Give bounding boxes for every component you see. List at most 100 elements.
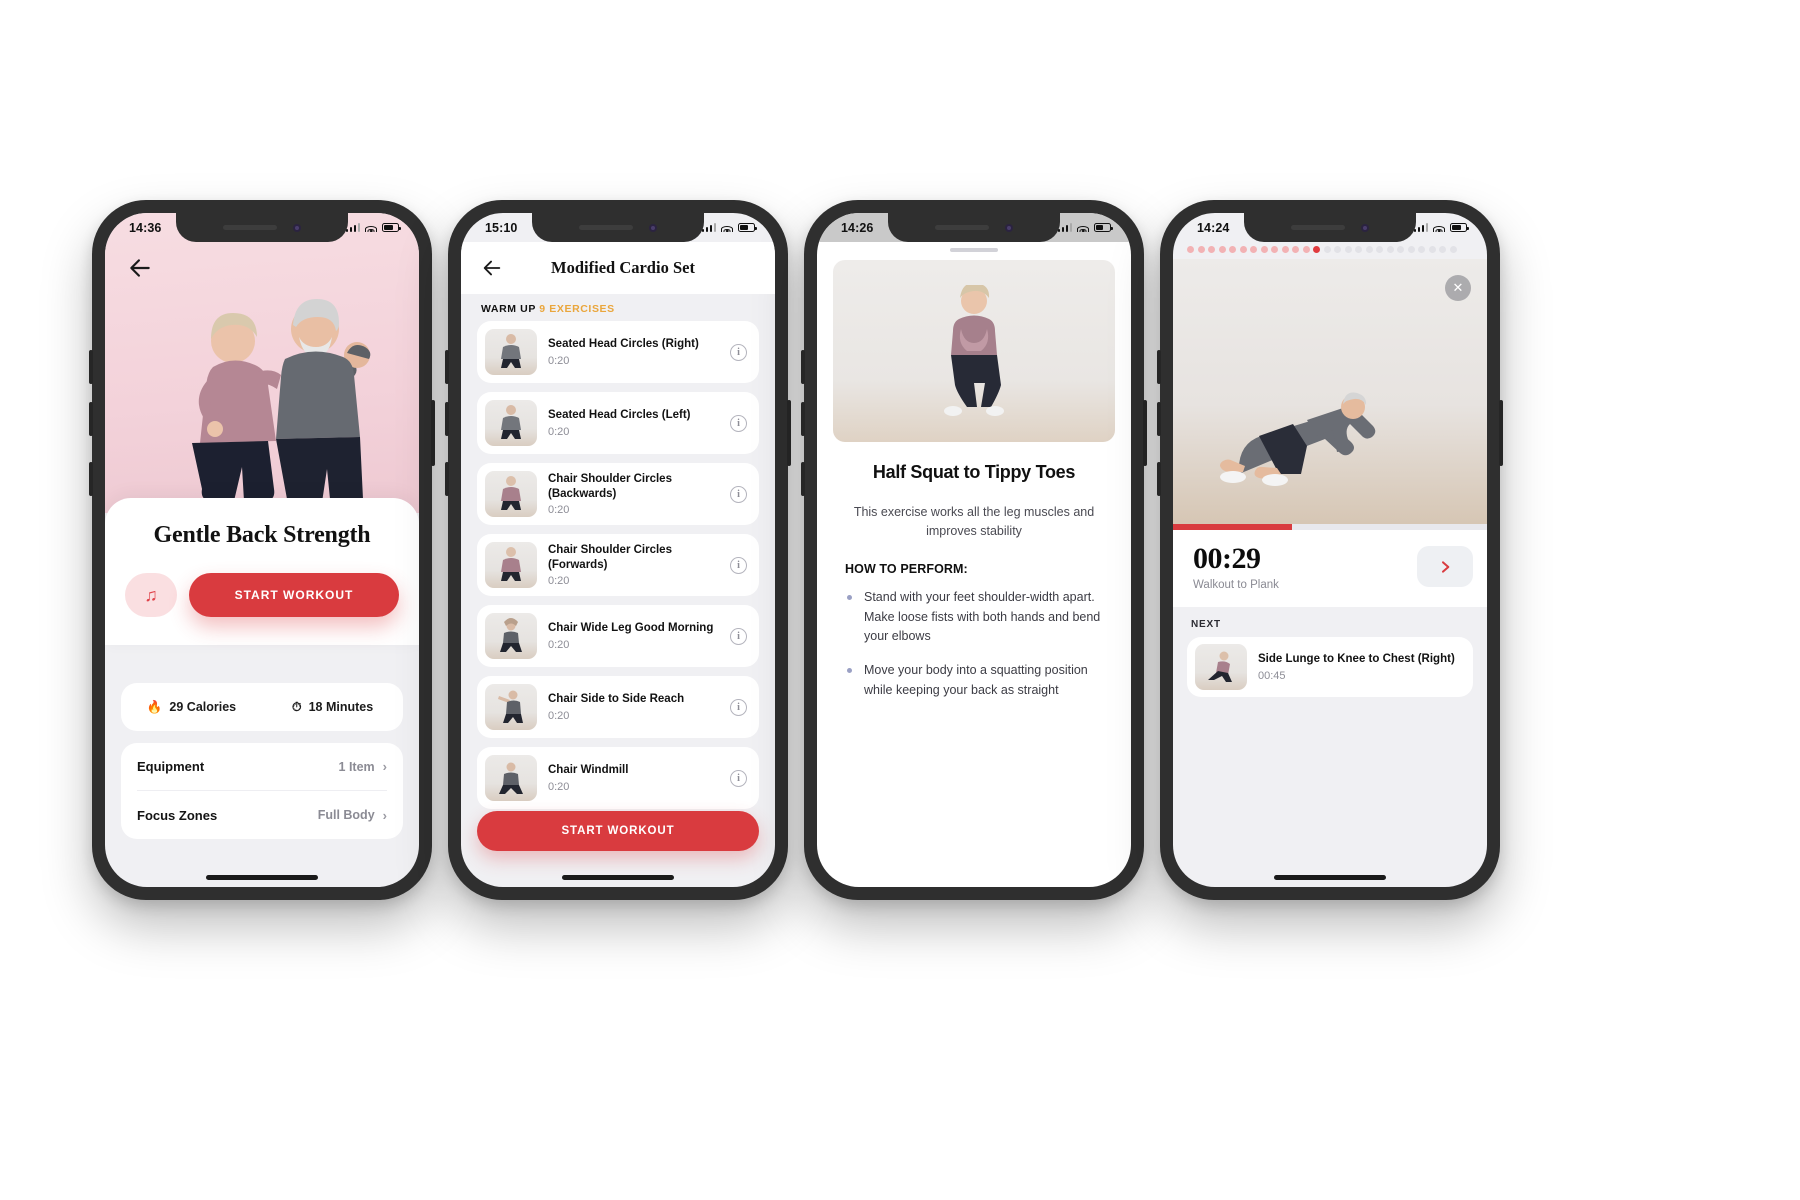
start-workout-button[interactable]: START WORKOUT [189, 573, 399, 617]
info-icon[interactable]: i [730, 343, 747, 361]
exercise-duration: 0:20 [548, 574, 570, 587]
exercise-body: Chair Shoulder Circles (Backwards) 0:20 [548, 472, 719, 515]
progress-dot [1260, 246, 1268, 253]
info-icon[interactable]: i [730, 627, 747, 645]
list-item[interactable]: Seated Head Circles (Left) 0:20 i [477, 392, 759, 454]
phone-3-screen: 14:26 Half Squat to Tippy Toes This exer… [817, 213, 1131, 887]
front-camera-icon [293, 223, 301, 232]
timer-info: 00:29 Walkout to Plank [1193, 542, 1407, 591]
home-indicator[interactable] [206, 875, 318, 880]
page-header: Modified Cardio Set [461, 242, 775, 294]
list-item[interactable]: Seated Head Circles (Right) 0:20 i [477, 321, 759, 383]
list-item[interactable]: Chair Windmill 0:20 i [477, 747, 759, 809]
list-item[interactable]: Chair Side to Side Reach 0:20 i [477, 676, 759, 738]
exercise-video[interactable]: ✕ [1173, 259, 1487, 524]
step-text: Stand with your feet shoulder-width apar… [864, 589, 1101, 644]
row-equipment-label: Equipment [137, 759, 205, 774]
progress-dot [1218, 246, 1226, 253]
progress-dot [1397, 246, 1404, 253]
exercise-thumbnail [485, 684, 537, 730]
exercise-figure [1220, 392, 1376, 486]
info-icon[interactable]: i [730, 485, 747, 503]
progress-dot [1281, 246, 1289, 253]
exercise-list: Seated Head Circles (Right) 0:20 i Seate… [461, 321, 775, 809]
row-focus-zones-label: Focus Zones [137, 807, 218, 823]
exercise-thumbnail [485, 329, 537, 375]
info-icon[interactable]: i [730, 556, 747, 574]
progress-dot [1334, 246, 1341, 253]
chevron-right-icon: › [382, 807, 387, 823]
page-title: Gentle Back Strength [153, 522, 371, 548]
screenshot-stage: 14:36 Gentle Back Strength ♫ START WORKO… [0, 0, 1800, 1200]
front-camera-icon [1005, 223, 1013, 232]
stat-duration-label: 18 Minutes [308, 700, 374, 714]
row-focus-zones-value: Full Body [317, 808, 375, 822]
progress-dot [1292, 246, 1299, 253]
list-item[interactable]: Chair Shoulder Circles (Forwards) 0:20 i [477, 534, 759, 596]
status-time: 14:24 [1197, 220, 1230, 235]
home-indicator[interactable] [562, 875, 674, 880]
earpiece-speaker [935, 225, 989, 230]
progress-dot [1197, 246, 1205, 253]
progress-dot [1250, 246, 1257, 253]
battery-icon [1094, 223, 1113, 232]
sheet-grabber[interactable] [950, 248, 998, 252]
progress-dot [1323, 246, 1331, 253]
exercise-name: Chair Windmill [548, 764, 629, 777]
earpiece-speaker [1291, 225, 1345, 230]
row-focus-zones[interactable]: Focus Zones Full Body › [137, 791, 387, 839]
exercise-thumbnail [485, 471, 537, 517]
next-exercise-button[interactable] [1417, 546, 1473, 587]
exercise-duration: 0:20 [548, 709, 570, 722]
status-time: 14:36 [129, 220, 162, 235]
next-exercise-card[interactable]: Side Lunge to Knee to Chest (Right) 00:4… [1187, 637, 1473, 697]
wifi-icon [1433, 223, 1445, 232]
battery-icon [738, 223, 757, 232]
exercise-body: Chair Windmill 0:20 [548, 763, 719, 792]
exercise-duration: 0:20 [548, 354, 570, 367]
exercise-name: Seated Head Circles (Left) [548, 409, 691, 422]
close-icon[interactable]: ✕ [1445, 275, 1471, 301]
row-equipment-value: 1 Item [338, 759, 375, 774]
status-time: 14:26 [841, 220, 874, 235]
music-note-icon[interactable]: ♫ [125, 573, 177, 617]
notch [888, 213, 1060, 242]
exercise-duration: 00:45 [1258, 669, 1286, 682]
phone-4-active-workout: 14:24 ✕ 00:29 Walkout to Plank NEXT Side… [1157, 200, 1503, 900]
row-equipment[interactable]: Equipment 1 Item › [137, 743, 387, 791]
bullet-icon [847, 594, 852, 600]
home-indicator[interactable] [1274, 875, 1386, 880]
back-arrow-icon[interactable] [127, 255, 153, 281]
stat-calories: 🔥 29 Calories [121, 700, 262, 715]
exercise-video[interactable] [833, 260, 1115, 442]
wifi-icon [365, 223, 377, 232]
status-indicators [1057, 223, 1113, 232]
notch [532, 213, 704, 242]
how-to-perform-label: HOW TO PERFORM: [845, 561, 968, 576]
start-workout-button[interactable]: START WORKOUT [477, 811, 759, 851]
exercise-title: Half Squat to Tippy Toes [872, 462, 1076, 482]
couple-photo [192, 299, 371, 509]
info-icon[interactable]: i [730, 414, 747, 432]
row-equipment-value-group: 1 Item › [339, 759, 387, 774]
exercise-name: Side Lunge to Knee to Chest (Right) [1258, 653, 1455, 666]
stats-card: 🔥 29 Calories ⏱ 18 Minutes [121, 683, 403, 731]
exercise-figure [944, 284, 1004, 416]
status-time: 15:10 [485, 220, 518, 235]
progress-dot [1313, 246, 1320, 253]
progress-dot [1365, 246, 1373, 253]
step-text: Move your body into a squatting position… [864, 663, 1088, 697]
list-item[interactable]: Chair Wide Leg Good Morning 0:20 i [477, 605, 759, 667]
info-icon[interactable]: i [730, 769, 747, 787]
list-item[interactable]: Chair Shoulder Circles (Backwards) 0:20 … [477, 463, 759, 525]
phone-4-screen: 14:24 ✕ 00:29 Walkout to Plank NEXT Side… [1173, 213, 1487, 887]
exercise-name: Seated Head Circles (Right) [548, 338, 699, 351]
exercise-body: Side Lunge to Knee to Chest (Right) 00:4… [1258, 652, 1461, 681]
progress-dot [1418, 246, 1425, 253]
info-icon[interactable]: i [730, 698, 747, 716]
stopwatch-icon: ⏱ [291, 699, 302, 714]
exercise-description: This exercise works all the leg muscles … [853, 505, 1095, 539]
page-title: Modified Cardio Set [551, 258, 695, 277]
front-camera-icon [1361, 223, 1369, 232]
exercise-thumbnail [485, 613, 537, 659]
